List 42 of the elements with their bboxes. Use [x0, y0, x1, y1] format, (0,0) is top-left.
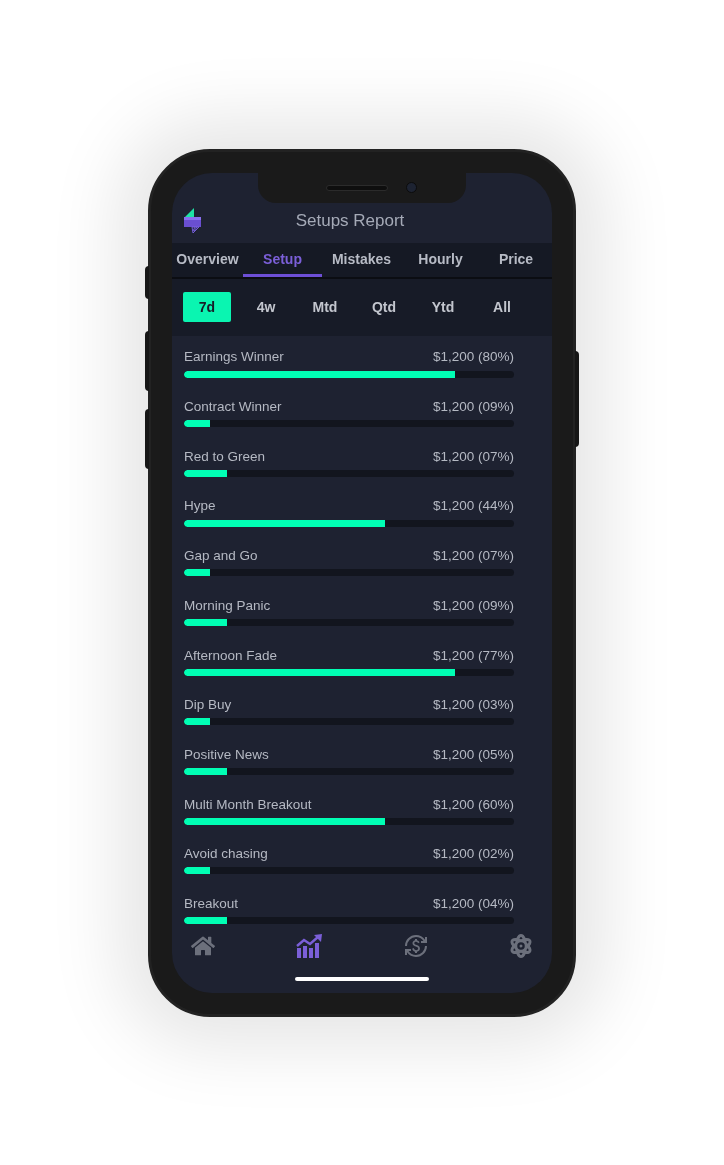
tab[interactable]: Setup	[243, 242, 322, 277]
setup-value: $1,200 (09%)	[432, 398, 514, 417]
setup-name: Earnings Winner	[184, 348, 284, 367]
setup-name: Hype	[184, 497, 216, 516]
setup-value: $1,200 (04%)	[432, 894, 514, 913]
range-button[interactable]: All	[478, 292, 526, 322]
setup-name: Contract Winner	[184, 398, 282, 417]
tab[interactable]: Mistakes	[322, 242, 401, 277]
tab[interactable]: Overview	[172, 242, 243, 277]
setup-value: $1,200 (80%)	[432, 348, 514, 367]
atom-icon	[509, 934, 533, 959]
setup-name: Avoid chasing	[184, 845, 268, 864]
range-button[interactable]: Ytd	[419, 292, 467, 322]
tab[interactable]: Price	[480, 242, 552, 277]
logo-icon	[184, 208, 202, 233]
setup-value: $1,200 (44%)	[432, 497, 514, 516]
range-button[interactable]: Qtd	[360, 292, 408, 322]
setup-name: Morning Panic	[184, 596, 271, 615]
setup-name: Breakout	[184, 894, 239, 913]
setup-value: $1,200 (02%)	[432, 845, 514, 864]
setup-name: Positive News	[184, 745, 269, 764]
range-button[interactable]: 4w	[242, 292, 290, 322]
chart-trend-icon	[296, 934, 323, 959]
setup-value: $1,200 (77%)	[432, 646, 514, 665]
front-camera	[405, 182, 417, 193]
setup-value: $1,200 (07%)	[432, 547, 514, 566]
setup-name: Multi Month Breakout	[184, 795, 312, 814]
currency-exchange-icon	[403, 934, 428, 959]
setup-value: $1,200 (05%)	[432, 745, 514, 764]
setup-value: $1,200 (09%)	[432, 596, 514, 615]
setup-name: Dip Buy	[184, 696, 232, 715]
setup-value: $1,200 (03%)	[432, 696, 514, 715]
setup-name: Afternoon Fade	[184, 646, 278, 665]
tab[interactable]: Hourly	[401, 242, 480, 277]
range-button[interactable]: Mtd	[301, 292, 349, 322]
setup-name: Gap and Go	[184, 547, 258, 566]
screen-title: Setups Report	[295, 209, 405, 232]
setup-value: $1,200 (07%)	[432, 447, 514, 466]
speaker-grille	[325, 184, 388, 191]
setup-name: Red to Green	[184, 447, 266, 466]
setup-value: $1,200 (60%)	[432, 795, 514, 814]
range-button[interactable]: 7d	[183, 292, 231, 322]
